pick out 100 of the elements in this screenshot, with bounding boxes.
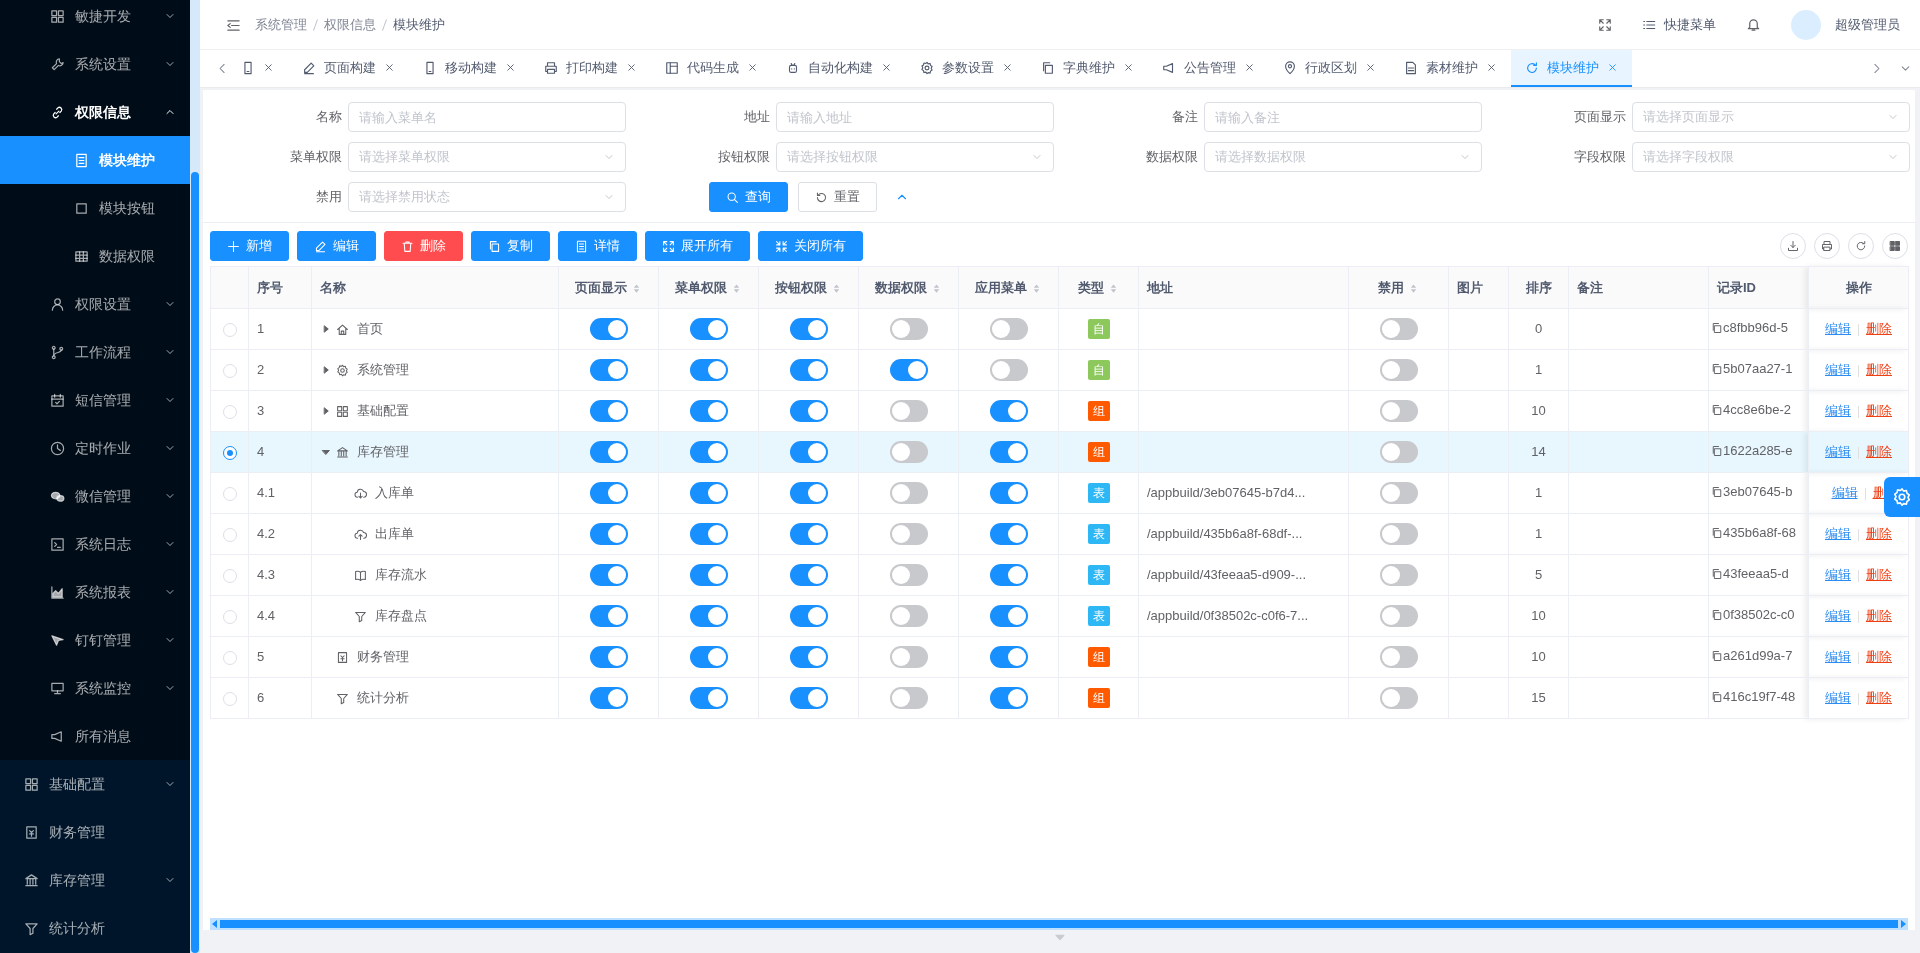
toggle-switch[interactable] [789,687,828,709]
horizontal-scrollbar[interactable] [210,918,1908,930]
tab[interactable]: 素材维护 [1390,50,1511,87]
menu-item[interactable]: 所有消息 [0,712,190,760]
edit-link[interactable]: 编辑 [1825,403,1851,419]
menu-item[interactable]: 系统报表 [0,568,190,616]
toggle-switch[interactable] [989,564,1028,586]
toggle-switch[interactable] [989,605,1028,627]
toggle-switch[interactable] [1379,441,1418,463]
toggle-switch[interactable] [889,441,928,463]
menu-item[interactable]: 微信管理 [0,472,190,520]
edit-link[interactable]: 编辑 [1825,321,1851,337]
menu-item[interactable]: 库存管理 [0,856,190,904]
tab[interactable]: 自动化构建 [772,50,906,87]
fullscreen-icon[interactable] [1598,17,1612,32]
menu-item[interactable]: 模块按钮 [0,184,190,232]
toggle-switch[interactable] [689,318,728,340]
tab[interactable]: 打印构建 [530,50,651,87]
delete-link[interactable]: 删除 [1866,608,1892,624]
toggle-switch[interactable] [1379,318,1418,340]
copy-icon[interactable] [1711,404,1723,417]
settings-button[interactable] [1884,477,1920,517]
close-icon[interactable] [1607,62,1618,73]
toggle-switch[interactable] [589,359,628,381]
toggle-switch[interactable] [589,482,628,504]
close-icon[interactable] [263,62,274,73]
close-icon[interactable] [881,62,892,73]
close-icon[interactable] [505,62,516,73]
toggle-switch[interactable] [789,646,828,668]
column-header[interactable]: 应用菜单 [958,266,1059,309]
edit-link[interactable]: 编辑 [1825,608,1851,624]
print-button[interactable] [1814,233,1840,259]
delete-link[interactable]: 删除 [1866,403,1892,419]
toggle-switch[interactable] [989,318,1028,340]
column-header[interactable]: 页面显示 [558,266,659,309]
column-header[interactable]: 菜单权限 [658,266,759,309]
menu-item[interactable]: 权限设置 [0,280,190,328]
toggle-switch[interactable] [1379,482,1418,504]
arrow-left-icon[interactable] [212,920,218,928]
toggle-switch[interactable] [889,359,928,381]
toggle-switch[interactable] [889,523,928,545]
toggle-switch[interactable] [589,523,628,545]
breadcrumb-item[interactable]: 权限信息 [324,14,376,35]
edit-link[interactable]: 编辑 [1825,526,1851,542]
toggle-switch[interactable] [589,687,628,709]
sidebar-scrollbar[interactable] [190,0,200,953]
toggle-switch[interactable] [689,687,728,709]
toggle-switch[interactable] [1379,687,1418,709]
copy-icon[interactable] [1711,445,1723,458]
close-icon[interactable] [1244,62,1255,73]
toggle-switch[interactable] [989,359,1028,381]
copy-icon[interactable] [1711,322,1723,335]
tree-node[interactable]: 基础配置 [311,390,559,432]
close-icon[interactable] [1365,62,1376,73]
toggle-switch[interactable] [989,687,1028,709]
bell-icon[interactable] [1746,17,1761,32]
text-field[interactable]: 请输入备注 [1204,102,1482,132]
delete-link[interactable]: 删除 [1866,649,1892,665]
tab[interactable]: 字典维护 [1027,50,1148,87]
delete-link[interactable]: 删除 [1866,567,1892,583]
tree-node[interactable]: 统计分析 [311,677,559,719]
toggle-switch[interactable] [789,523,828,545]
close-icon[interactable] [1486,62,1497,73]
edit-link[interactable]: 编辑 [1825,362,1851,378]
toggle-switch[interactable] [689,400,728,422]
radio-button[interactable] [222,445,237,460]
edit-link[interactable]: 编辑 [1825,690,1851,706]
menu-item[interactable]: 基础配置 [0,760,190,808]
tab[interactable]: 代码生成 [651,50,772,87]
tab[interactable]: 参数设置 [906,50,1027,87]
copy-icon[interactable] [1711,486,1723,499]
toggle-switch[interactable] [689,646,728,668]
toggle-switch[interactable] [1379,564,1418,586]
column-header[interactable]: 类型 [1058,266,1139,309]
menu-item[interactable]: 数据权限 [0,232,190,280]
tree-node[interactable]: 财务管理 [311,636,559,678]
menu-item[interactable]: 财务管理 [0,808,190,856]
toggle-switch[interactable] [889,605,928,627]
reset-button[interactable]: 重置 [798,182,877,212]
tree-node[interactable]: 库存盘点 [311,595,559,637]
toggle-switch[interactable] [1379,400,1418,422]
menu-item[interactable]: 统计分析 [0,904,190,952]
columns-button[interactable] [1882,233,1908,259]
delete-link[interactable]: 删除 [1866,321,1892,337]
toggle-switch[interactable] [589,646,628,668]
column-header[interactable]: 数据权限 [858,266,959,309]
tree-node[interactable]: 首页 [311,308,559,350]
copy-icon[interactable] [1711,691,1723,704]
column-header[interactable]: 禁用 [1348,266,1449,309]
delete-link[interactable]: 删除 [1866,362,1892,378]
toggle-switch[interactable] [989,482,1028,504]
text-field[interactable]: 请输入地址 [776,102,1054,132]
edit-link[interactable]: 编辑 [1825,649,1851,665]
toggle-switch[interactable] [689,564,728,586]
toggle-switch[interactable] [989,441,1028,463]
toggle-switch[interactable] [689,523,728,545]
user-name[interactable]: 超级管理员 [1835,14,1900,35]
toggle-switch[interactable] [689,359,728,381]
menu-item[interactable]: 定时作业 [0,424,190,472]
toggle-switch[interactable] [1379,646,1418,668]
